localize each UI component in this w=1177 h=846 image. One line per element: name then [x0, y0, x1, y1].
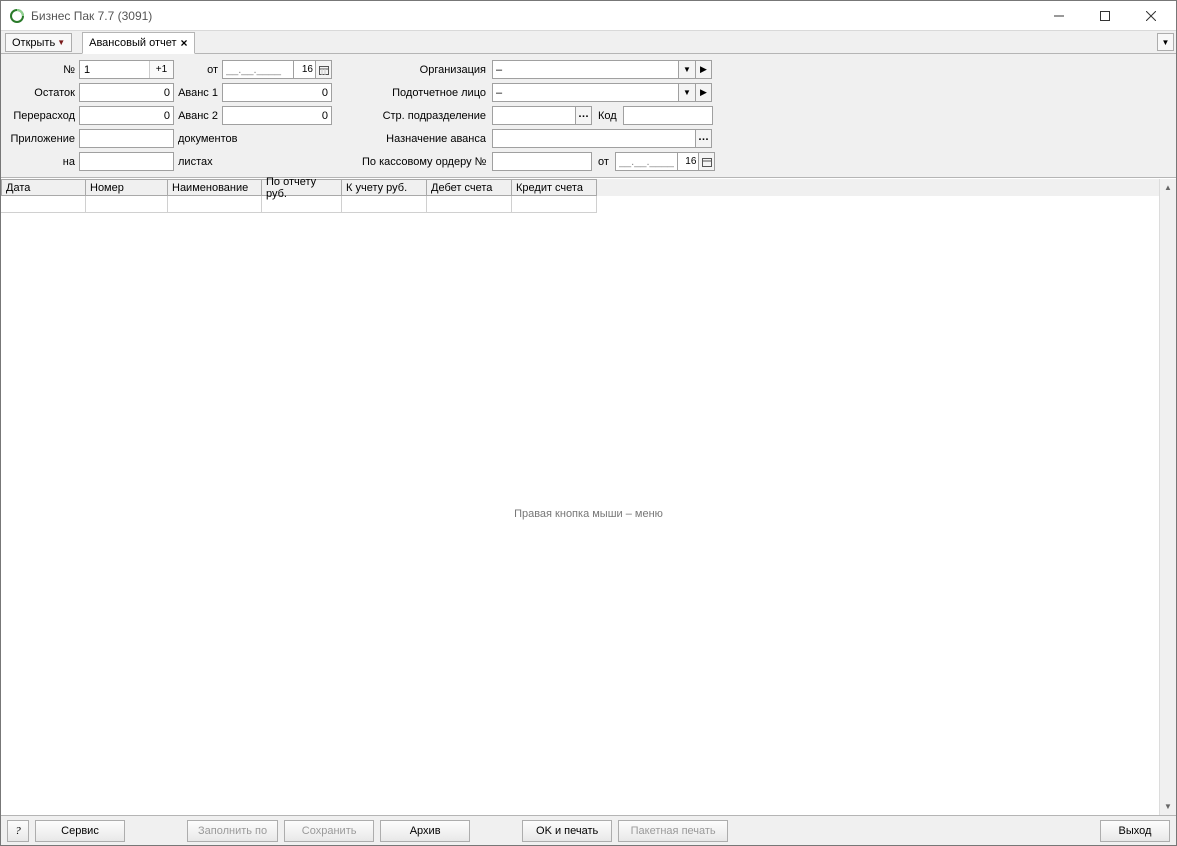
col-debit[interactable]: Дебет счета [427, 179, 512, 196]
ellipsis-icon[interactable]: … [575, 106, 592, 125]
number-value: 1 [80, 64, 149, 76]
naznachenie-avansa-field[interactable]: … [492, 129, 712, 148]
archive-button[interactable]: Архив [380, 820, 470, 842]
kassovy-order-input[interactable] [492, 152, 592, 171]
number-spin-button[interactable]: +1 [149, 61, 173, 78]
window-controls [1036, 1, 1174, 31]
tabstrip-dropdown[interactable]: ▼ [1157, 33, 1174, 51]
scroll-thumb[interactable] [1160, 196, 1176, 798]
col-number[interactable]: Номер [86, 179, 168, 196]
open-label: Открыть [12, 37, 55, 49]
window-title: Бизнес Пак 7.7 (3091) [31, 9, 1036, 23]
avans2-input[interactable]: 0 [222, 106, 332, 125]
open-button[interactable]: Открыть ▼ [5, 33, 72, 52]
tab-close-icon[interactable]: × [181, 37, 188, 49]
pererashod-input[interactable]: 0 [79, 106, 174, 125]
scroll-up-icon[interactable]: ▲ [1160, 179, 1176, 196]
na-input[interactable] [79, 152, 174, 171]
close-button[interactable] [1128, 1, 1174, 31]
save-button[interactable]: Сохранить [284, 820, 374, 842]
label-kod: Код [592, 110, 623, 122]
label-naznachenie-avansa: Назначение аванса [362, 133, 492, 145]
label-ot2: от [592, 156, 615, 168]
ok-print-button[interactable]: OK и печать [522, 820, 612, 842]
organizaciya-combo[interactable]: – ▼ ▶ [492, 60, 712, 79]
bottom-toolbar: ? Сервис Заполнить по Сохранить Архив OK… [1, 815, 1176, 845]
calendar-icon[interactable] [315, 60, 332, 79]
chevron-down-icon[interactable]: ▼ [678, 60, 695, 79]
date-from-field[interactable]: __.__.____ 16 [222, 60, 332, 79]
label-ostatok: Остаток [9, 87, 79, 99]
date2-week: 16 [677, 152, 698, 171]
table-body[interactable]: Правая кнопка мыши – меню [1, 213, 1176, 815]
label-avans2: Аванс 2 [174, 110, 222, 122]
fill-by-button[interactable]: Заполнить по [187, 820, 278, 842]
ostatok-input[interactable]: 0 [79, 83, 174, 102]
kod-input[interactable] [623, 106, 713, 125]
exit-button[interactable]: Выход [1100, 820, 1170, 842]
minimize-button[interactable] [1036, 1, 1082, 31]
tab-avansovy-otchet[interactable]: Авансовый отчет × [82, 32, 194, 54]
service-button[interactable]: Сервис [35, 820, 125, 842]
table-row[interactable] [1, 196, 1176, 213]
col-date[interactable]: Дата [1, 179, 86, 196]
date-from-value: __.__.____ [226, 64, 290, 76]
number-field[interactable]: 1 +1 [79, 60, 174, 79]
label-podotchetnoe-lico: Подотчетное лицо [362, 87, 492, 99]
caret-down-icon: ▼ [57, 38, 65, 47]
label-number: № [9, 64, 79, 76]
data-table: Дата Номер Наименование По отчету руб. К… [1, 178, 1176, 815]
label-prilozhenie: Приложение [9, 133, 79, 145]
table-header: Дата Номер Наименование По отчету руб. К… [1, 179, 1176, 196]
label-dokumentov: документов [174, 133, 332, 145]
date2-field[interactable]: __.__.____ 16 [615, 152, 715, 171]
col-name[interactable]: Наименование [168, 179, 262, 196]
label-po-kassovomu-orderu: По кассовому ордеру № [362, 156, 492, 168]
ellipsis-icon[interactable]: … [695, 129, 712, 148]
scroll-down-icon[interactable]: ▼ [1160, 798, 1176, 815]
help-button[interactable]: ? [7, 820, 29, 842]
label-organizaciya: Организация [362, 64, 492, 76]
calendar-icon[interactable] [698, 152, 715, 171]
label-na: на [9, 156, 79, 168]
title-bar: Бизнес Пак 7.7 (3091) [1, 1, 1176, 31]
prilozhenie-input[interactable] [79, 129, 174, 148]
col-to-account[interactable]: К учету руб. [342, 179, 427, 196]
arrow-right-icon[interactable]: ▶ [695, 60, 712, 79]
vertical-scrollbar[interactable]: ▲ ▼ [1159, 179, 1176, 815]
app-icon [9, 8, 25, 24]
chevron-down-icon[interactable]: ▼ [678, 83, 695, 102]
context-menu-hint: Правая кнопка мыши – меню [1, 508, 1176, 520]
tab-strip: Открыть ▼ Авансовый отчет × ▼ [1, 31, 1176, 54]
form-panel: № 1 +1 от __.__.____ 16 Остаток 0 Ав [1, 54, 1176, 178]
date-from-week: 16 [293, 60, 315, 79]
arrow-right-icon[interactable]: ▶ [695, 83, 712, 102]
batch-print-button[interactable]: Пакетная печать [618, 820, 728, 842]
str-podrazdelenie-field[interactable]: … [492, 106, 592, 125]
label-pererashod: Перерасход [9, 110, 79, 122]
label-ot: от [174, 64, 222, 76]
col-credit[interactable]: Кредит счета [512, 179, 597, 196]
label-avans1: Аванс 1 [174, 87, 222, 99]
col-by-report[interactable]: По отчету руб. [262, 179, 342, 196]
maximize-button[interactable] [1082, 1, 1128, 31]
podotchetnoe-lico-combo[interactable]: – ▼ ▶ [492, 83, 712, 102]
label-listah: листах [174, 156, 332, 168]
avans1-input[interactable]: 0 [222, 83, 332, 102]
label-str-podrazdelenie: Стр. подразделение [362, 110, 492, 122]
tab-label: Авансовый отчет [89, 37, 176, 49]
